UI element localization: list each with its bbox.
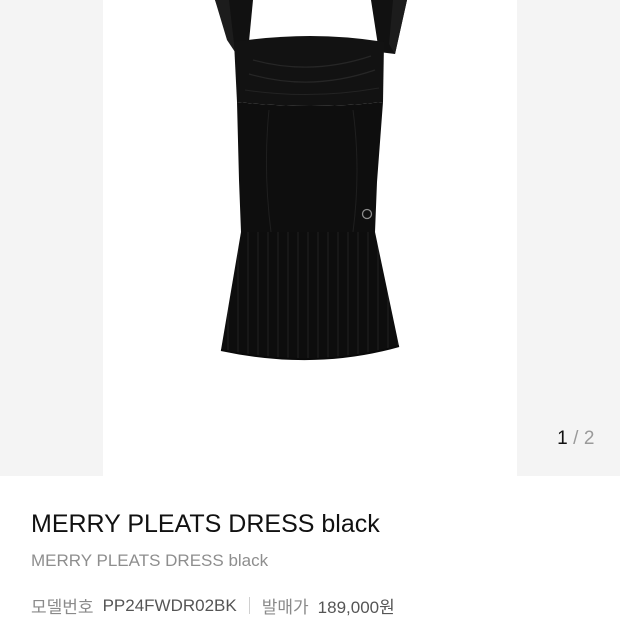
product-image (215, 0, 407, 361)
product-title: MERRY PLEATS DRESS black (31, 510, 380, 538)
model-number: PP24FWDR02BK (102, 595, 237, 615)
product-meta: 모델번호 PP24FWDR02BK 발매가 189,000원 (31, 593, 395, 618)
current-page: 1 (557, 428, 569, 449)
release-price: 189,000원 (317, 598, 395, 617)
meta-divider (248, 597, 250, 614)
product-info: MERRY PLEATS DRESS black MERRY PLEATS DR… (0, 476, 620, 620)
bust-band (234, 36, 384, 106)
product-detail-page: 1/2 MERRY PLEATS DRESS black MERRY PLEAT… (0, 0, 620, 620)
total-pages: 2 (583, 428, 595, 449)
product-image-gallery[interactable]: 1/2 (0, 0, 620, 476)
image-page-counter: 1/2 (557, 428, 595, 450)
bodice (237, 102, 383, 232)
pleated-skirt (221, 232, 399, 360)
page-separator: / (573, 428, 579, 449)
release-price-label: 발매가 (261, 598, 309, 617)
product-image-slide[interactable] (103, 0, 517, 476)
product-subtitle: MERRY PLEATS DRESS black (31, 551, 269, 570)
model-number-label: 모델번호 (31, 598, 94, 617)
